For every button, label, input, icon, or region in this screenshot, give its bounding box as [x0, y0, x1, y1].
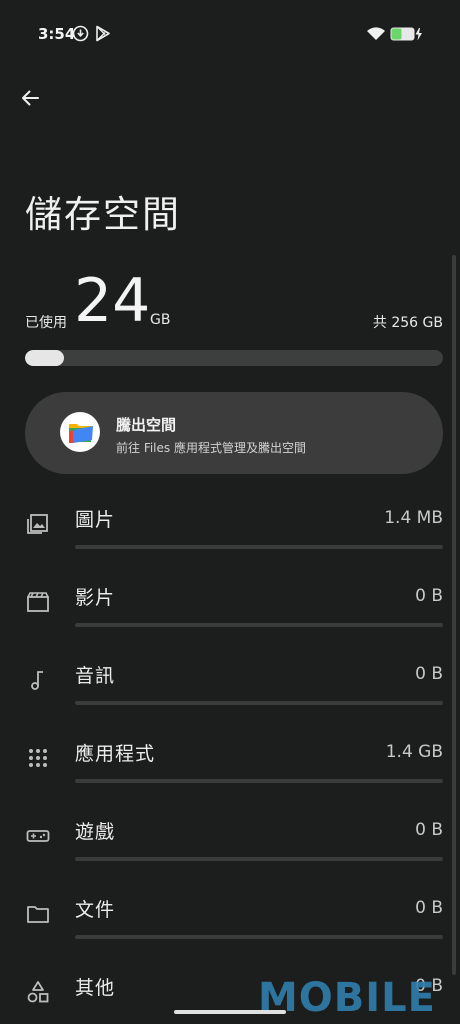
status-bar: 3:54 — [0, 0, 460, 66]
status-time: 3:54 — [38, 25, 76, 43]
category-size: 0 B — [415, 586, 443, 606]
used-unit: GB — [150, 312, 171, 328]
category-usage-bar — [75, 623, 443, 627]
category-size: 1.4 GB — [385, 742, 443, 762]
folder-icon — [26, 902, 50, 926]
category-row-games[interactable]: 遊戲 0 B — [0, 814, 460, 892]
category-label: 圖片 — [75, 509, 116, 531]
wifi-icon — [366, 26, 386, 45]
category-label: 影片 — [75, 587, 116, 609]
category-label: 遊戲 — [75, 821, 116, 843]
movie-icon — [26, 590, 50, 614]
category-usage-bar — [75, 545, 443, 549]
play-store-icon — [95, 25, 111, 46]
category-row-audio[interactable]: 音訊 0 B — [0, 658, 460, 736]
category-label: 應用程式 — [75, 743, 156, 765]
category-row-apps[interactable]: 應用程式 1.4 GB — [0, 736, 460, 814]
category-row-videos[interactable]: 影片 0 B — [0, 580, 460, 658]
category-label: 文件 — [75, 899, 116, 921]
category-label: 其他 — [75, 977, 116, 999]
apps-grid-icon — [26, 746, 50, 770]
back-button[interactable] — [14, 82, 46, 114]
category-usage-bar — [75, 935, 443, 939]
category-size: 0 B — [415, 898, 443, 918]
storage-usage-summary: 已使用 24 GB 共 256 GB — [25, 268, 443, 334]
shapes-icon — [26, 980, 50, 1004]
home-gesture-bar[interactable] — [174, 1010, 286, 1014]
page-title: 儲存空間 — [25, 193, 181, 236]
category-label: 音訊 — [75, 665, 116, 687]
arrow-back-icon — [22, 90, 39, 106]
gamepad-icon — [26, 824, 50, 848]
storage-progress-bar — [25, 350, 443, 366]
storage-progress-fill — [25, 350, 65, 366]
files-app-icon — [60, 412, 100, 452]
free-up-space-subtitle: 前往 Files 應用程式管理及騰出空間 — [116, 441, 306, 455]
category-usage-bar — [75, 701, 443, 705]
download-status-icon — [72, 25, 89, 46]
category-size: 0 B — [415, 664, 443, 684]
image-icon — [26, 512, 50, 536]
music-note-icon — [26, 668, 50, 692]
used-value: 24 — [74, 266, 151, 336]
total-capacity: 共 256 GB — [372, 315, 443, 331]
free-up-space-card[interactable]: 騰出空間 前往 Files 應用程式管理及騰出空間 — [25, 392, 443, 474]
category-usage-bar — [75, 857, 443, 861]
category-size: 1.4 MB — [384, 508, 443, 528]
battery-charging-icon — [390, 27, 424, 46]
category-usage-bar — [75, 779, 443, 783]
category-row-images[interactable]: 圖片 1.4 MB — [0, 502, 460, 580]
category-size: 0 B — [415, 820, 443, 840]
category-row-documents[interactable]: 文件 0 B — [0, 892, 460, 970]
watermark-logo: MOBILE — [258, 975, 436, 1021]
used-label: 已使用 — [25, 315, 67, 331]
free-up-space-title: 騰出空間 — [116, 416, 177, 434]
